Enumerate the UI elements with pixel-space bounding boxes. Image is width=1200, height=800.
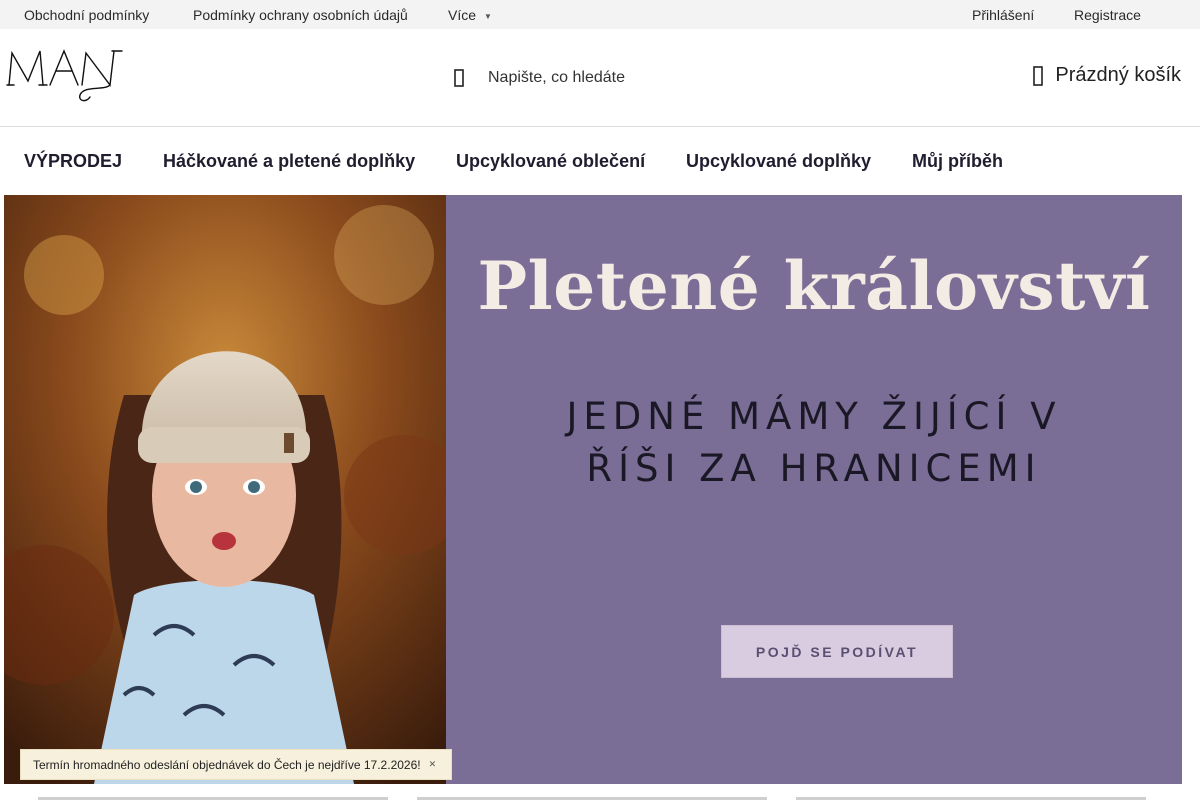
notice-text: Termín hromadného odeslání objednávek do… xyxy=(33,757,421,772)
site-header: Napište, co hledáte Prázdný košík xyxy=(0,29,1200,127)
cart-icon xyxy=(1033,65,1044,86)
nav-item-upcycled-accessories[interactable]: Upcyklované doplňky xyxy=(686,151,871,172)
main-nav: VÝPRODEJ Háčkované a pletené doplňky Upc… xyxy=(0,127,1200,195)
close-icon[interactable]: ✕ xyxy=(429,759,437,770)
logo[interactable] xyxy=(6,45,124,103)
shipping-notice: Termín hromadného odeslání objednávek do… xyxy=(20,749,452,780)
nav-item-crochet-knit[interactable]: Háčkované a pletené doplňky xyxy=(163,151,415,172)
hero-title: Pletené království xyxy=(477,247,1151,325)
hero-subtitle-line2: ŘÍŠI ZA HRANICEMI xyxy=(586,447,1042,490)
hero-cta-button[interactable]: POJĎ SE PODÍVAT xyxy=(721,625,953,678)
link-privacy[interactable]: Podmínky ochrany osobních údajů xyxy=(193,7,408,23)
top-utility-bar: Obchodní podmínky Podmínky ochrany osobn… xyxy=(0,0,1200,29)
register-link[interactable]: Registrace xyxy=(1074,7,1141,23)
login-link[interactable]: Přihlášení xyxy=(972,7,1034,23)
link-terms[interactable]: Obchodní podmínky xyxy=(24,7,149,23)
more-menu-label: Více xyxy=(448,7,477,23)
nav-item-sale[interactable]: VÝPRODEJ xyxy=(24,151,122,172)
chevron-down-icon: ▼ xyxy=(484,11,492,21)
search-icon xyxy=(454,69,464,87)
cart-button[interactable]: Prázdný košík xyxy=(1033,64,1181,87)
more-menu[interactable]: Více ▼ xyxy=(448,7,492,23)
search-placeholder: Napište, co hledáte xyxy=(488,69,625,86)
hero-banner[interactable]: Pletené království JEDNÉ MÁMY ŽIJÍCÍ V Ř… xyxy=(4,195,1182,784)
cart-label: Prázdný košík xyxy=(1055,64,1181,86)
hero-subtitle-line1: JEDNÉ MÁMY ŽIJÍCÍ V xyxy=(566,395,1062,438)
logo-mark xyxy=(6,49,123,102)
nav-item-my-story[interactable]: Můj příběh xyxy=(912,151,1003,172)
hero-photo xyxy=(4,195,446,784)
nav-item-upcycled-clothing[interactable]: Upcyklované oblečení xyxy=(456,151,645,172)
search-box[interactable]: Napište, co hledáte xyxy=(454,66,625,90)
